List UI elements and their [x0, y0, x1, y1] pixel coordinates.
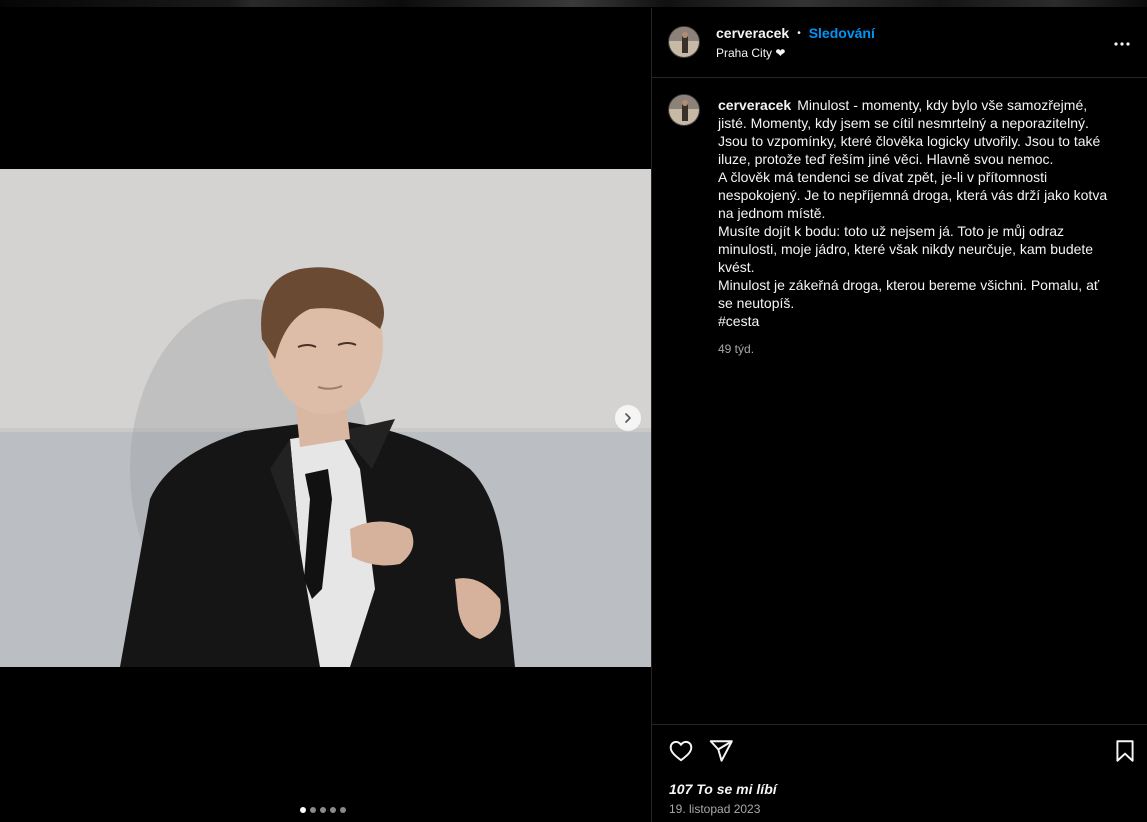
post-header: cerveracek • Sledování Praha City ❤ — [652, 8, 1147, 78]
caption-line: Minulost je zákeřná droga, kterou bereme… — [718, 277, 1100, 311]
caption-username[interactable]: cerveracek — [718, 97, 791, 113]
carousel-dot — [340, 807, 346, 813]
post-location[interactable]: Praha City ❤ — [716, 46, 875, 60]
action-bar: 107 To se mi líbí 19. listopad 2023 — [652, 724, 1147, 822]
caption-line: Musíte dojít k bodu: toto už nejsem já. … — [718, 223, 1094, 275]
caption-line: A člověk má tendenci se dívat zpět, je-l… — [718, 169, 1108, 221]
like-button[interactable] — [668, 738, 694, 764]
bookmark-icon — [1116, 740, 1134, 762]
post-photo — [0, 169, 651, 667]
heart-icon — [669, 740, 693, 762]
carousel-dot — [330, 807, 336, 813]
media-area — [0, 0, 651, 822]
carousel-dot — [300, 807, 306, 813]
following-button[interactable]: Sledování — [809, 25, 875, 41]
share-button[interactable] — [708, 738, 734, 764]
send-icon — [709, 740, 733, 762]
likes-count[interactable]: 107 To se mi líbí — [669, 781, 777, 797]
post-modal: cerveracek • Sledování Praha City ❤ cerv… — [0, 0, 1147, 822]
chevron-right-icon — [625, 413, 631, 423]
more-options-button[interactable] — [1110, 32, 1134, 56]
post-date[interactable]: 19. listopad 2023 — [669, 802, 760, 816]
separator-dot: • — [797, 27, 801, 39]
post-details-panel: cerveracek • Sledování Praha City ❤ cerv… — [651, 8, 1147, 822]
carousel-indicator — [300, 807, 346, 813]
post-author-username[interactable]: cerveracek — [716, 25, 789, 41]
caption-time-ago[interactable]: 49 týd. — [718, 342, 754, 356]
more-options-icon — [1114, 42, 1130, 46]
carousel-dot — [320, 807, 326, 813]
carousel-next-button[interactable] — [615, 405, 641, 431]
hashtag-link[interactable]: #cesta — [718, 312, 1114, 330]
avatar[interactable] — [668, 94, 700, 126]
save-button[interactable] — [1112, 738, 1138, 764]
avatar[interactable] — [668, 26, 700, 58]
caption-text: cerveracek Minulost - momenty, kdy bylo v… — [718, 96, 1114, 330]
caption-line: cerveracek Minulost - momenty, kdy bylo v… — [718, 96, 1114, 168]
carousel-dot — [310, 807, 316, 813]
